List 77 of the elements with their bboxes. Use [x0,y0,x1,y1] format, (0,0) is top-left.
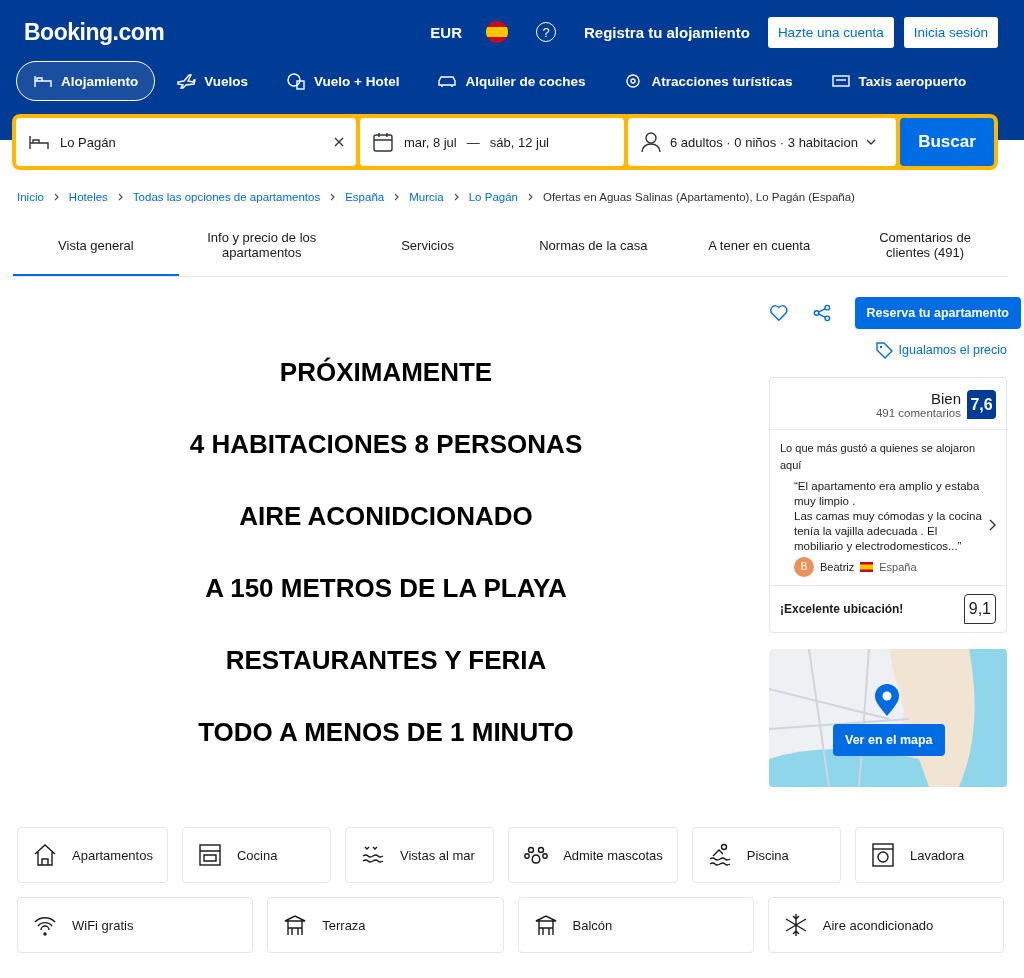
nav-tab[interactable]: Vuelos [159,61,266,101]
reviewer-name: Beatriz [820,560,855,573]
location-label: ¡Excelente ubicación! [780,601,904,616]
amenity-chip: Lavadora [854,827,1004,883]
nav-icon [176,72,197,90]
view-map-button[interactable]: Ver en el mapa [833,723,945,756]
section-tab[interactable]: Normas de la casa [510,216,677,276]
chevron-icon [394,193,400,201]
flag-icon[interactable] [486,21,508,43]
breadcrumb-current: Ofertas en Aguas Salinas (Apartamento), Lo Pagán (España) [542,191,855,203]
destination-field[interactable]: Lo Pagán [16,118,356,166]
amenity-chip: Apartamentos [17,827,168,883]
reserve-button[interactable]: Reserva tu apartamento [854,297,1021,329]
breadcrumb-link[interactable]: Lo Pagán [468,191,518,203]
section-tab[interactable]: Comentarios de clientes (491) [842,216,1008,276]
clear-icon[interactable] [334,137,344,147]
score-badge: 7,6 [967,390,996,419]
amenity-chip: Admite mascotas [508,827,678,883]
section-tab[interactable]: Info y precio de los apartamentos [178,216,345,276]
nav-icon [286,72,307,90]
chevron-icon [453,193,459,201]
amenity-chip: Vistas al mar [345,827,495,883]
section-tab[interactable]: A tener en cuenta [676,216,843,276]
amenity-chip: Terraza [267,897,504,953]
nav-tab[interactable]: Vuelo + Hotel [269,61,417,101]
amenity-icon [196,842,223,868]
amenity-chip: Piscina [691,827,841,883]
tag-icon [874,341,893,359]
bed-icon [28,133,50,151]
account-button[interactable]: Hazte una cuenta [767,16,894,48]
nav-icon [830,72,851,90]
amenity-chip: Aire acondicionado [767,897,1004,953]
listing-image: PRÓXIMAMENTE 4 HABITACIONES 8 PERSONAS AIRE ACONIDCIONADO A 150 METROS DE LA PLAYA RESTAURANTES Y FERIA TODO A MENOS DE 1 MINUTO [188,356,584,749]
review-count: 491 comentarios [875,407,961,419]
amenity-chip: Cocina [181,827,332,883]
nav-tab[interactable]: Atracciones turísticas [606,61,810,101]
map-pin-icon [873,682,901,717]
breadcrumb-link[interactable]: Inicio [17,191,44,203]
account-button[interactable]: Inicia sesión [903,16,998,48]
chevron-icon [117,193,123,201]
breadcrumb-link[interactable]: Hoteles [68,191,108,203]
amenity-chip: Balcón [517,897,754,953]
guests-field[interactable]: 6 adultos · 0 niños · 3 habitacion [628,118,896,166]
logo[interactable]: Booking.com [24,18,165,46]
amenity-icon [869,842,896,868]
chevron-icon [527,193,533,201]
price-match-link[interactable]: Igualamos el precio [898,343,1007,357]
register-property-link[interactable]: Registra tu alojamiento [584,23,750,41]
chevron-right-icon[interactable] [988,518,996,531]
breadcrumb-link[interactable]: España [345,191,385,203]
chevron-icon [330,193,336,201]
review-heading: Lo que más gustó a quienes se alojaron aquí [780,441,977,473]
breadcrumb-link[interactable]: Murcia [409,191,444,203]
amenity-chip: WiFi gratis [17,897,254,953]
nav-tab[interactable]: Alquiler de coches [420,61,603,101]
breadcrumb-link[interactable]: Todas las opciones de apartamentos [132,191,321,203]
section-tab[interactable]: Vista general [13,216,179,276]
nav-tab[interactable]: Taxis aeropuerto [813,61,984,101]
map-drawing[interactable]: Ver en el mapa [769,648,1007,787]
nav-tab[interactable]: Alojamiento [16,61,156,101]
share-icon[interactable] [812,303,831,323]
heart-icon[interactable] [769,303,789,323]
flag-icon [860,561,874,572]
date-field[interactable]: mar, 8 jul — sáb, 12 jul [360,118,624,166]
amenity-icon [32,842,58,868]
calendar-icon [372,131,394,153]
review-quote: “El apartamento era amplio y estaba muy limpio . Las camas muy cómodas y la cocina tenía la vajilla adecuada . El mobiliario y electrodomesticos...” [794,479,983,554]
rating-word: Bien [930,390,961,407]
person-icon [640,131,662,153]
search-button[interactable]: Buscar [900,118,994,166]
section-tab[interactable]: Servicios [344,216,511,276]
reviewer-country: España [879,560,917,573]
chevron-icon [53,193,59,201]
avatar: B [794,556,814,577]
caret-icon [865,139,876,145]
currency-selector[interactable]: EUR [424,23,468,41]
location-score: 9,1 [963,593,996,624]
